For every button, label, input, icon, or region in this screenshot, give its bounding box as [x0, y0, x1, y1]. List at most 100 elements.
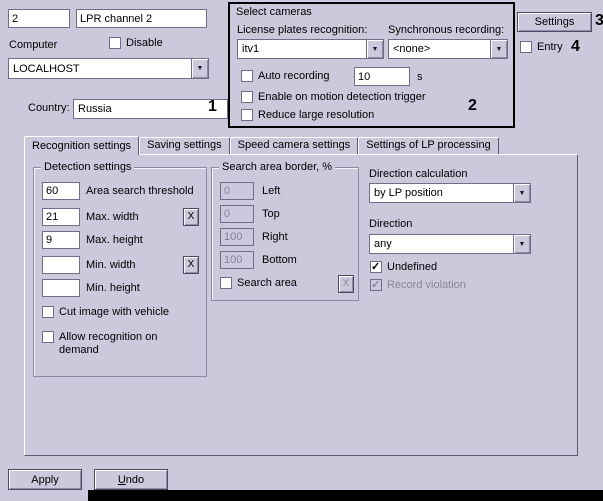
auto-recording-label: Auto recording [258, 70, 330, 83]
select-cameras-group: Select cameras License plates recognitio… [228, 2, 515, 128]
annotation-marker-3: 3 [595, 13, 603, 29]
checkbox-checked-icon [370, 261, 382, 273]
seconds-unit-label: s [417, 71, 423, 84]
computer-select[interactable]: LOCALHOST [8, 58, 209, 79]
checkbox-icon [241, 109, 253, 121]
computer-label: Computer [9, 39, 57, 52]
sync-recording-label: Synchronous recording: [388, 24, 504, 37]
checkbox-icon [42, 331, 54, 343]
allow-recognition-on-demand-checkbox[interactable]: Allow recognition on demand [42, 331, 167, 357]
direction-select-value: any [370, 238, 513, 250]
direction-calculation-value: by LP position [370, 187, 513, 199]
annotation-marker-4: 4 [571, 39, 580, 55]
chevron-down-icon[interactable] [366, 40, 383, 58]
area-search-threshold-field[interactable] [42, 182, 80, 200]
allow-on-demand-label: Allow recognition on demand [59, 331, 167, 357]
checkbox-icon [241, 70, 253, 82]
max-width-label: Max. width [86, 211, 139, 224]
country-select[interactable]: Russia [73, 99, 245, 119]
computer-select-value: LOCALHOST [9, 63, 191, 75]
recognition-settings-panel: Detection settings Area search threshold… [24, 154, 578, 456]
min-size-clear-button[interactable]: X [183, 256, 199, 274]
country-label: Country: [28, 102, 70, 115]
select-cameras-title: Select cameras [236, 6, 312, 19]
lpr-camera-label: License plates recognition: [237, 24, 367, 37]
undefined-checkbox-label: Undefined [387, 261, 437, 274]
apply-button[interactable]: Apply [8, 469, 82, 490]
min-height-label: Min. height [86, 282, 140, 295]
lpr-channel-settings-window: Computer Disable LOCALHOST Country: Russ… [0, 0, 603, 501]
entry-checkbox[interactable]: Entry [520, 41, 563, 54]
max-width-field[interactable] [42, 208, 80, 226]
checkbox-icon [42, 306, 54, 318]
background-window-strip [88, 490, 603, 501]
disable-checkbox-label: Disable [126, 37, 163, 50]
undo-label-rest: ndo [126, 474, 144, 486]
min-width-label: Min. width [86, 259, 136, 272]
tab-recognition-settings[interactable]: Recognition settings [24, 136, 139, 155]
entry-checkbox-label: Entry [537, 41, 563, 54]
lpr-camera-select-value: itv1 [238, 43, 366, 55]
undefined-checkbox[interactable]: Undefined [370, 261, 437, 274]
record-violation-checkbox: Record violation [370, 279, 466, 292]
tab-settings-of-lp-processing[interactable]: Settings of LP processing [358, 137, 499, 154]
sync-recording-select[interactable]: <none> [388, 39, 508, 59]
tab-saving-settings[interactable]: Saving settings [139, 137, 230, 154]
max-height-label: Max. height [86, 234, 143, 247]
reduce-resolution-label: Reduce large resolution [258, 109, 374, 122]
detection-settings-title: Detection settings [41, 161, 134, 173]
annotation-marker-1: 1 [208, 99, 217, 115]
disable-checkbox[interactable]: Disable [109, 37, 163, 50]
checkbox-icon [520, 41, 532, 53]
detection-settings-group: Detection settings Area search threshold… [33, 167, 207, 377]
search-area-left-field [220, 182, 254, 200]
min-width-field[interactable] [42, 256, 80, 274]
search-area-checkbox[interactable]: Search area [220, 277, 297, 290]
max-size-clear-button[interactable]: X [183, 208, 199, 226]
chevron-down-icon[interactable] [490, 40, 507, 58]
checkbox-icon [220, 277, 232, 289]
record-violation-label: Record violation [387, 279, 466, 292]
search-area-right-field [220, 228, 254, 246]
direction-calculation-label: Direction calculation [369, 168, 467, 181]
channel-name-field[interactable] [76, 9, 207, 28]
cut-image-label: Cut image with vehicle [59, 306, 169, 319]
chevron-down-icon[interactable] [513, 184, 530, 202]
motion-trigger-checkbox[interactable]: Enable on motion detection trigger [241, 91, 426, 104]
direction-select[interactable]: any [369, 234, 531, 254]
search-area-bottom-label: Bottom [262, 254, 297, 267]
search-area-right-label: Right [262, 231, 288, 244]
checkbox-icon [109, 37, 121, 49]
chevron-down-icon[interactable] [191, 59, 208, 78]
direction-calculation-select[interactable]: by LP position [369, 183, 531, 203]
channel-number-field[interactable] [8, 9, 70, 28]
search-area-bottom-field [220, 251, 254, 269]
annotation-marker-2: 2 [468, 98, 477, 114]
search-area-top-field [220, 205, 254, 223]
checkbox-icon [241, 91, 253, 103]
cut-image-with-vehicle-checkbox[interactable]: Cut image with vehicle [42, 306, 169, 319]
search-area-border-group: Search area border, % Left Top Right Bot… [211, 167, 359, 301]
lpr-camera-select[interactable]: itv1 [237, 39, 384, 59]
min-height-field[interactable] [42, 279, 80, 297]
checkbox-checked-icon [370, 279, 382, 291]
search-area-checkbox-label: Search area [237, 277, 297, 290]
tab-speed-camera-settings[interactable]: Speed camera settings [230, 137, 359, 154]
search-area-border-title: Search area border, % [219, 161, 335, 173]
max-height-field[interactable] [42, 231, 80, 249]
search-area-left-label: Left [262, 185, 280, 198]
undo-button[interactable]: Undo [94, 469, 168, 490]
search-area-clear-button: X [338, 275, 354, 293]
chevron-down-icon[interactable] [513, 235, 530, 253]
motion-trigger-label: Enable on motion detection trigger [258, 91, 426, 104]
search-area-top-label: Top [262, 208, 280, 221]
area-search-threshold-label: Area search threshold [86, 185, 194, 198]
country-select-value: Russia [74, 103, 227, 115]
settings-button[interactable]: Settings [517, 12, 592, 32]
auto-recording-time-field[interactable] [354, 67, 410, 86]
sync-recording-select-value: <none> [389, 43, 490, 55]
undo-mnemonic: U [118, 474, 126, 486]
reduce-resolution-checkbox[interactable]: Reduce large resolution [241, 109, 374, 122]
tab-bar: Recognition settings Saving settings Spe… [24, 136, 499, 155]
auto-recording-checkbox[interactable]: Auto recording [241, 70, 330, 83]
